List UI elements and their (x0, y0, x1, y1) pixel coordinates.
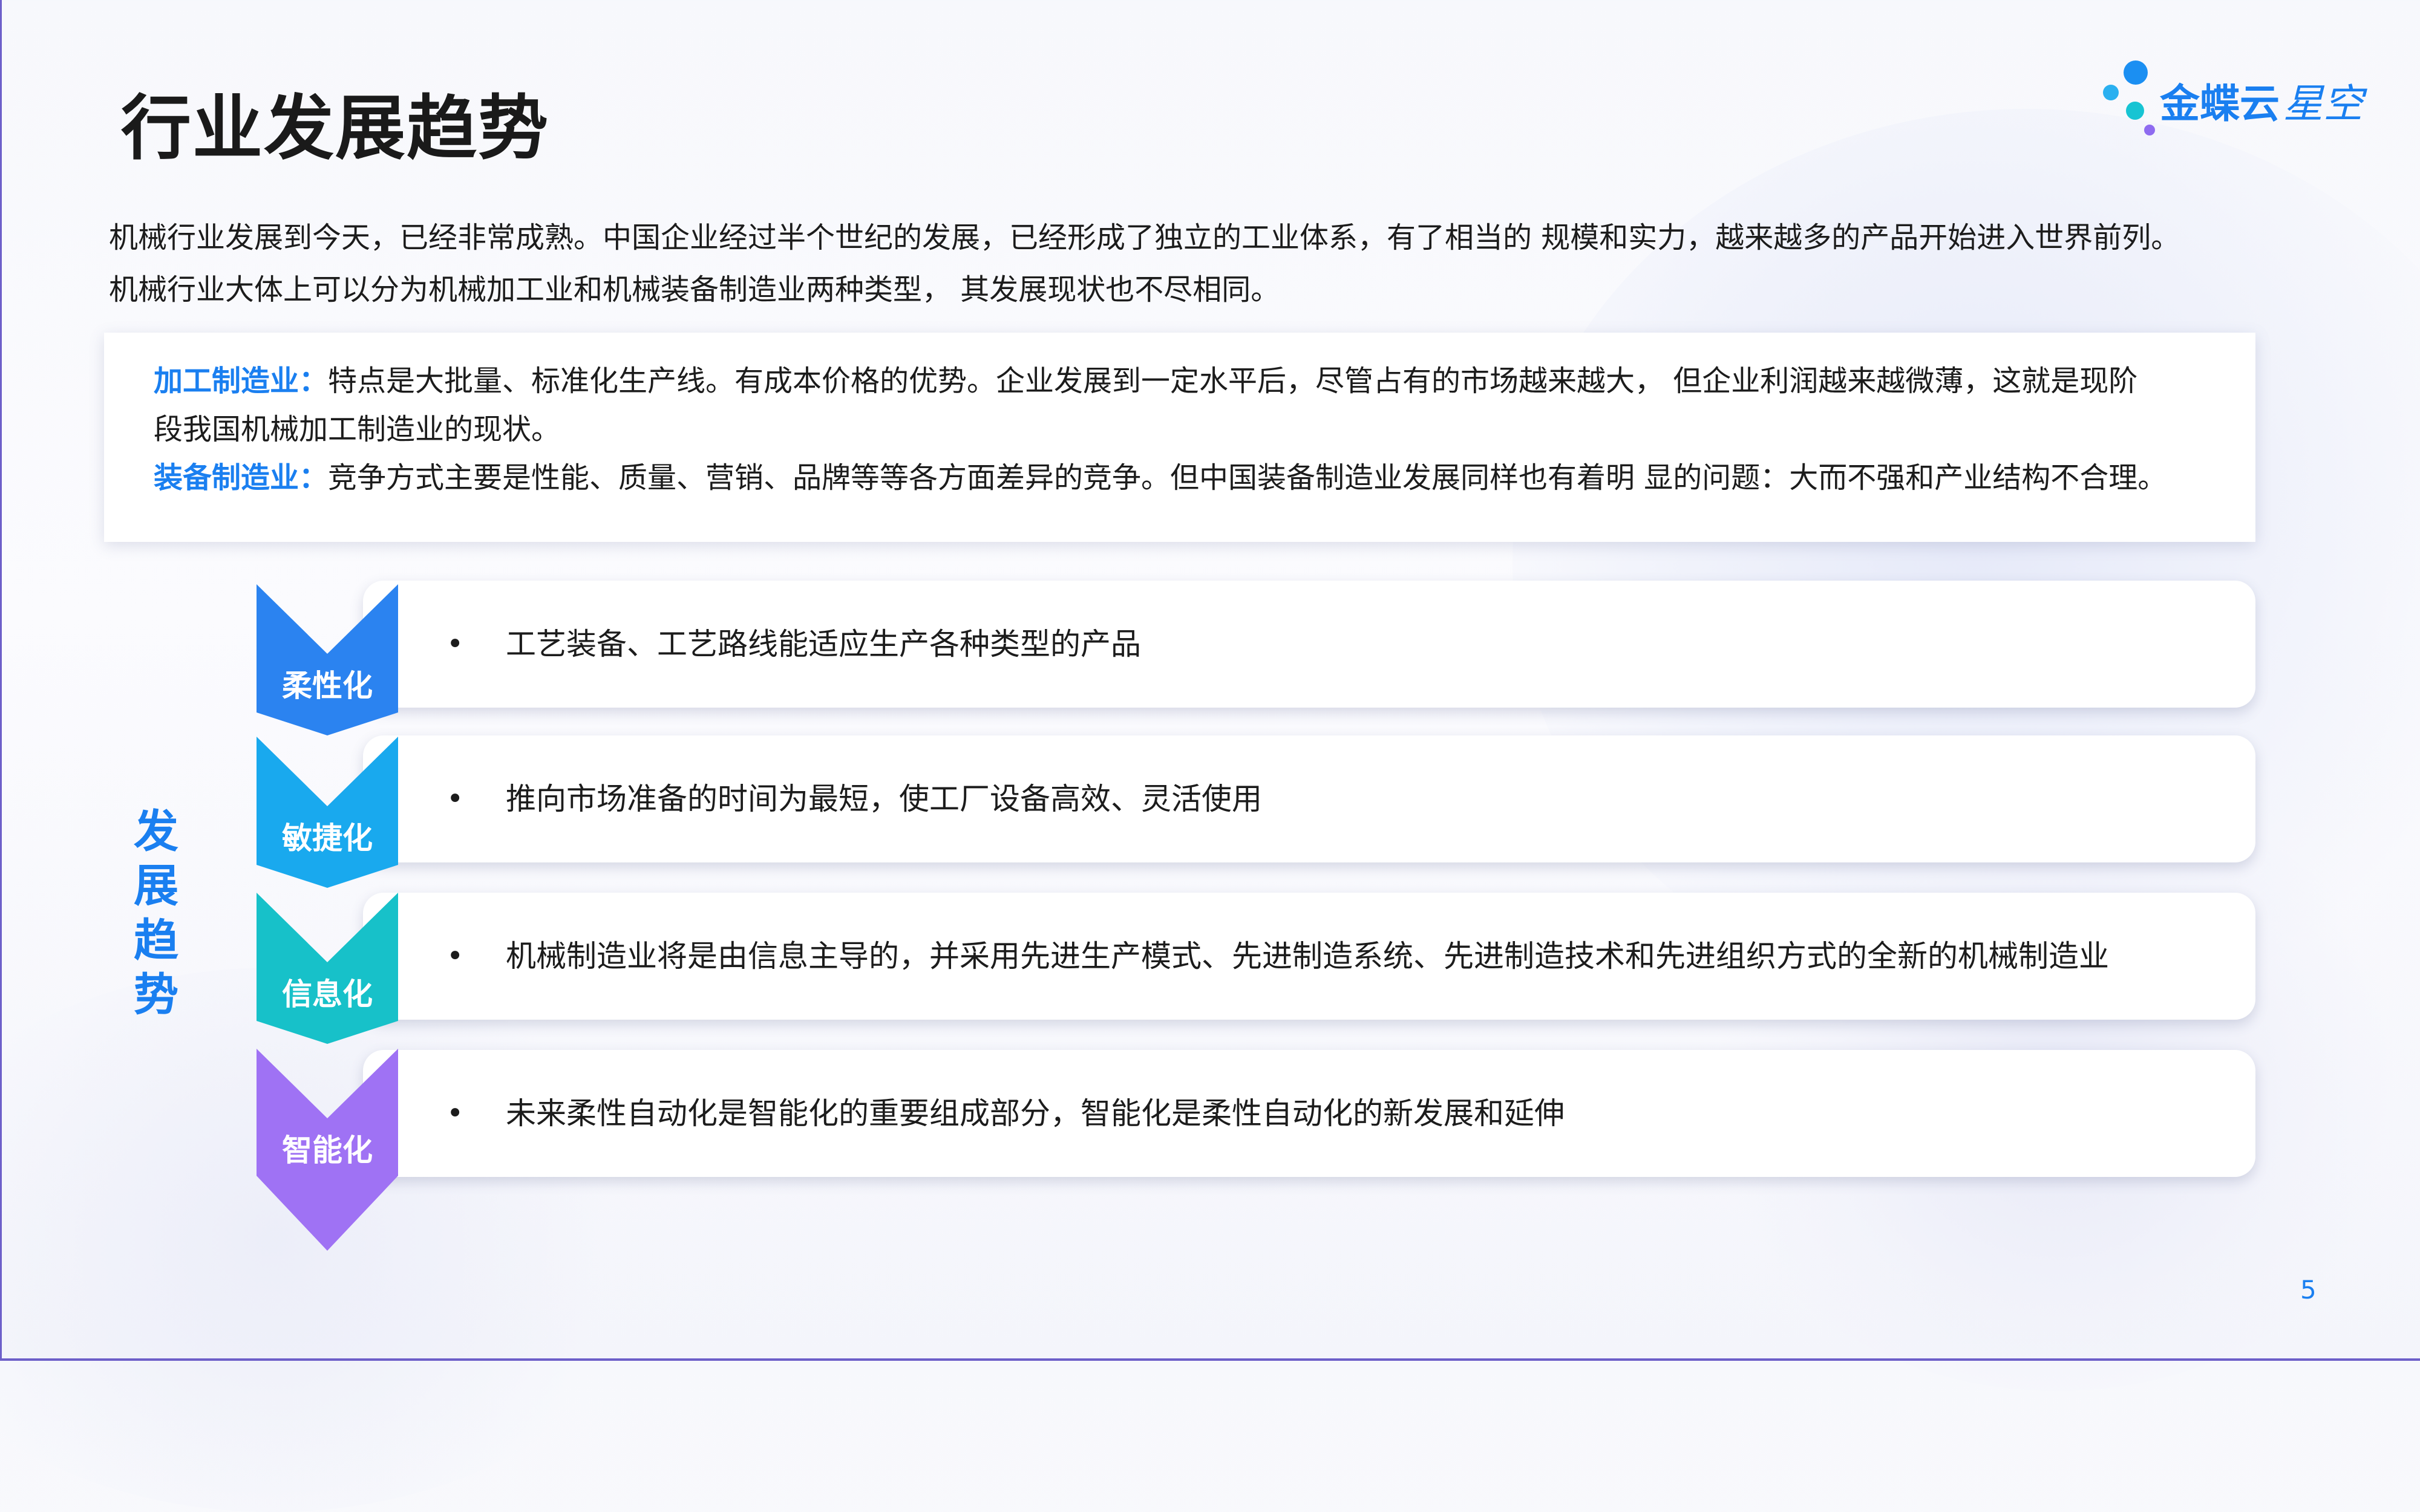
kingdee-logo: 金蝶云星空 (2099, 58, 2366, 143)
page-number: 5 (2300, 1275, 2317, 1305)
bullet-icon: • (446, 627, 464, 661)
logo-dot-icon (2124, 60, 2148, 85)
chevron-shape (257, 893, 398, 1044)
intro-paragraph: 机械行业发展到今天，已经非常成熟。中国企业经过半个世纪的发展，已经形成了独立的工… (109, 212, 2299, 316)
chevron-intelligent: 智能化 (257, 1049, 398, 1251)
side-title-char: 发 (134, 806, 178, 858)
chevron-agile: 敏捷化 (257, 737, 398, 888)
trend-card-flexible: • 工艺装备、工艺路线能适应生产各种类型的产品 (363, 581, 2255, 708)
chevron-information: 信息化 (257, 893, 398, 1044)
logo-sub-text: 星空 (2283, 80, 2363, 127)
processing-industry-key: 加工制造业： (154, 364, 329, 398)
bottom-accent-border (0, 1358, 2420, 1361)
bullet-icon: • (446, 1097, 464, 1130)
side-title-char: 展 (134, 860, 178, 912)
side-title-development-trend: 发 展 趋 势 (126, 804, 186, 1022)
side-title-char: 趋 (134, 914, 178, 966)
logo-dot-icon (2144, 125, 2155, 135)
trend-card-agile: • 推向市场准备的时间为最短，使工厂设备高效、灵活使用 (363, 735, 2255, 862)
equipment-industry-text: 竞争方式主要是性能、质量、营销、品牌等等各方面差异的竞争。但中国装备制造业发展同… (328, 461, 2167, 495)
chevron-down-icon (257, 893, 398, 1044)
industry-types-box: 加工制造业：特点是大批量、标准化生产线。有成本价格的优势。企业发展到一定水平后，… (104, 333, 2255, 542)
processing-industry-text: 特点是大批量、标准化生产线。有成本价格的优势。企业发展到一定水平后，尽管占有的市… (328, 364, 2138, 398)
intro-line: 机械行业大体上可以分为机械加工业和机械装备制造业两种类型， 其发展现状也不尽相同… (109, 273, 1280, 307)
logo-dot-icon (2126, 102, 2144, 120)
processing-industry-line-2: 段我国机械加工制造业的现状。 (154, 412, 561, 446)
trend-description: 机械制造业将是由信息主导的，并采用先进生产模式、先进制造系统、先进制造技术和先进… (506, 939, 2109, 974)
trend-card-intelligent: • 未来柔性自动化是智能化的重要组成部分，智能化是柔性自动化的新发展和延伸 (363, 1050, 2255, 1177)
trend-description: 未来柔性自动化是智能化的重要组成部分，智能化是柔性自动化的新发展和延伸 (506, 1096, 1565, 1131)
logo-main-text: 金蝶云 (2160, 80, 2280, 127)
trend-description: 推向市场准备的时间为最短，使工厂设备高效、灵活使用 (506, 781, 1262, 816)
processing-industry-line: 加工制造业：特点是大批量、标准化生产线。有成本价格的优势。企业发展到一定水平后，… (154, 357, 2137, 405)
trend-label: 柔性化 (282, 668, 373, 703)
equipment-industry-key: 装备制造业： (154, 461, 329, 495)
page-title: 行业发展趋势 (121, 88, 549, 169)
intro-line: 机械行业发展到今天，已经非常成熟。中国企业经过半个世纪的发展，已经形成了独立的工… (109, 221, 2180, 255)
chevron-shape (257, 584, 398, 735)
side-title-char: 势 (134, 969, 178, 1021)
chevron-down-icon (257, 737, 398, 888)
equipment-industry-line: 装备制造业：竞争方式主要是性能、质量、营销、品牌等等各方面差异的竞争。但中国装备… (154, 454, 2167, 502)
chevron-down-icon (257, 584, 398, 735)
trend-label: 敏捷化 (282, 821, 373, 856)
left-accent-border (0, 0, 2, 1361)
bullet-icon: • (446, 939, 464, 973)
trend-label: 信息化 (282, 977, 373, 1012)
logo-text: 金蝶云星空 (2160, 71, 2363, 129)
bullet-icon: • (446, 782, 464, 816)
trend-description: 工艺装备、工艺路线能适应生产各种类型的产品 (506, 627, 1141, 662)
logo-dot-icon (2103, 85, 2119, 100)
chevron-flexible: 柔性化 (257, 584, 398, 735)
chevron-shape (257, 737, 398, 888)
trend-label: 智能化 (282, 1133, 373, 1168)
trend-card-information: • 机械制造业将是由信息主导的，并采用先进生产模式、先进制造系统、先进制造技术和… (363, 893, 2255, 1020)
